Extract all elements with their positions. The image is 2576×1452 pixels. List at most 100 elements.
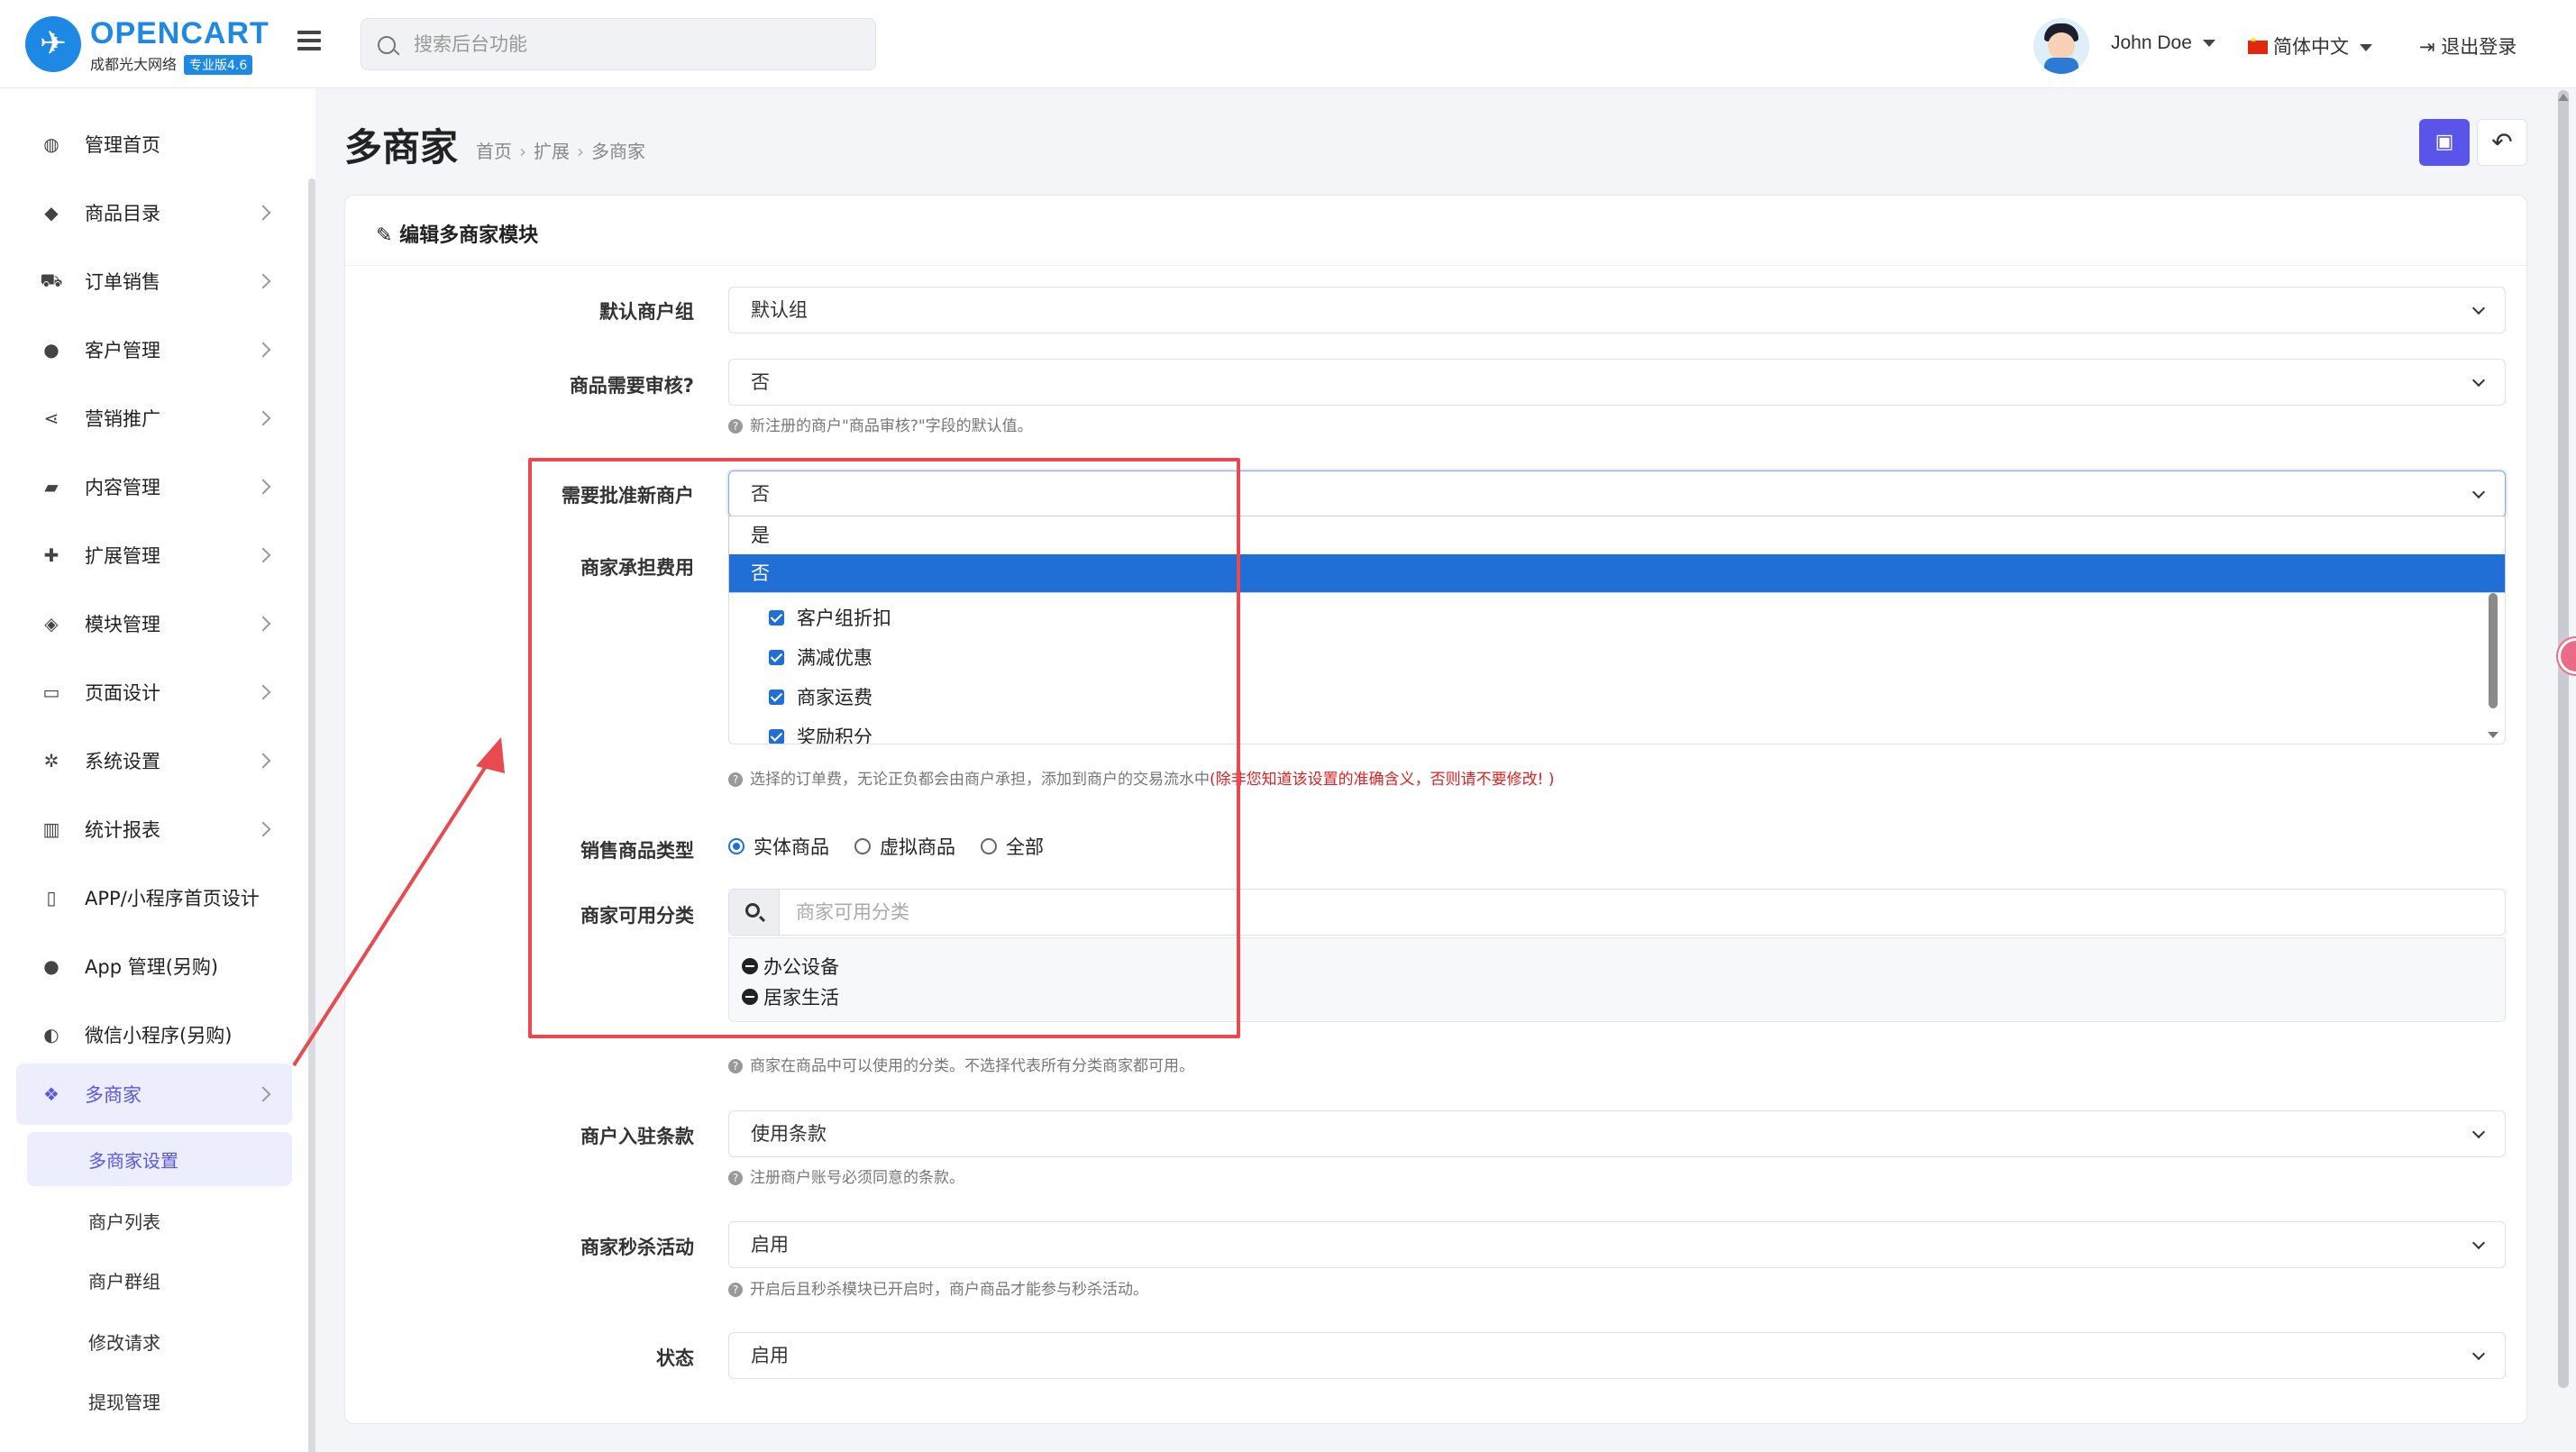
sidebar-item-8[interactable]: ◈ 模块管理 (16, 593, 292, 654)
sidebar-scrollbar[interactable] (308, 178, 315, 1452)
search-input[interactable] (414, 19, 864, 69)
scroll-up-icon[interactable] (2558, 94, 2569, 101)
logo-subtitle: 成都光大网络 专业版4.6 (90, 52, 253, 75)
avatar[interactable] (2033, 18, 2089, 74)
sidebar-item-9[interactable]: ▭ 页面设计 (16, 662, 292, 723)
sidebar-item-6[interactable]: ▰ 内容管理 (16, 456, 292, 517)
sidebar-item-11[interactable]: ▥ 统计报表 (16, 799, 292, 860)
sidebar-item-13[interactable]: ● App 管理(另购) (16, 936, 292, 997)
chevron-right-icon (255, 547, 271, 563)
wechat-icon: ◐ (43, 1024, 59, 1046)
logo-icon: ✈ (25, 16, 81, 72)
sidebar-subitem-2[interactable]: 商户列表 (27, 1193, 292, 1247)
chevron-right-icon (255, 342, 271, 358)
pencil-icon: ✎ (376, 224, 400, 247)
sidebar-subitem-4[interactable]: 修改请求 (27, 1314, 292, 1368)
language-selector[interactable]: 简体中文 (2248, 32, 2372, 59)
checkbox-list-scrollbar[interactable] (2489, 593, 2498, 708)
chevron-down-icon (2471, 485, 2486, 499)
default-group-value: 默认组 (751, 299, 808, 321)
dashboard-icon: ◍ (43, 133, 59, 155)
save-button[interactable]: ▣ (2419, 119, 2470, 166)
chevron-right-icon (255, 1086, 271, 1102)
default-group-select[interactable]: 默认组 (728, 287, 2506, 333)
sidebar-item-label: 商品目录 (85, 203, 160, 224)
sidebar-item-7[interactable]: ✚ 扩展管理 (16, 525, 292, 586)
breadcrumb-current[interactable]: 多商家 (591, 141, 645, 162)
sidebar-item-2[interactable]: ◆ 商品目录 (16, 182, 292, 243)
sidebar-item-label: 多商家 (85, 1084, 142, 1106)
sidebar-item-label: 管理首页 (85, 134, 160, 156)
sidebar-subitem-1[interactable]: 多商家设置 (27, 1132, 292, 1186)
sidebar-item-5[interactable]: ⋖ 营销推广 (16, 388, 292, 449)
mobile-icon: ▯ (46, 887, 57, 909)
chevron-down-icon (2471, 1236, 2486, 1250)
cube-icon: ◈ (44, 613, 59, 635)
terms-value: 使用条款 (751, 1123, 827, 1145)
sidebar-subitem-3[interactable]: 商户群组 (27, 1253, 292, 1307)
sidebar-item-15[interactable]: ❖ 多商家 (16, 1064, 292, 1125)
breadcrumb-extension[interactable]: 扩展 (534, 141, 570, 162)
user-icon: ● (43, 339, 59, 361)
menu-toggle-icon[interactable] (297, 31, 321, 52)
chevron-right-icon (255, 479, 271, 495)
admin-search[interactable] (361, 18, 876, 70)
sidebar-item-10[interactable]: ✲ 系统设置 (16, 730, 292, 791)
terms-select[interactable]: 使用条款 (728, 1110, 2506, 1157)
scroll-down-icon[interactable] (2488, 732, 2498, 738)
sidebar-item-label: 扩展管理 (85, 545, 160, 567)
chevron-down-icon (2471, 1125, 2486, 1139)
default-group-label: 默认商户组 (599, 301, 694, 323)
card-title: ✎ 编辑多商家模块 (376, 219, 538, 248)
breadcrumb-home[interactable]: 首页 (476, 141, 512, 162)
logout-link[interactable]: ⇥ 退出登录 (2419, 32, 2517, 59)
chevron-right-icon (255, 753, 271, 769)
sidebar-item-label: 微信小程序(另购) (85, 1025, 233, 1046)
flash-sale-help: ? 开启后且秒杀模块已开启时，商户商品才能参与秒杀活动。 (728, 1276, 1148, 1299)
flash-sale-value: 启用 (751, 1234, 789, 1256)
sidebar-item-14[interactable]: ◐ 微信小程序(另购) (16, 1004, 292, 1065)
flash-sale-help-text: 开启后且秒杀模块已开启时，商户商品才能参与秒杀活动。 (750, 1281, 1148, 1299)
card-header: ✎ 编辑多商家模块 (345, 196, 2526, 266)
sidebar-item-label: App 管理(另购) (85, 956, 219, 978)
terms-label: 商户入驻条款 (580, 1126, 694, 1147)
sidebar-item-1[interactable]: ◍ 管理首页 (16, 114, 292, 175)
flash-sale-select[interactable]: 启用 (728, 1221, 2506, 1268)
status-value: 启用 (751, 1345, 789, 1366)
merchant-fees-warning: (除非您知道该设置的准确含义，否则请不要修改! ) (1210, 771, 1555, 789)
user-name: John Doe (2111, 32, 2192, 53)
version-badge: 专业版4.6 (184, 55, 253, 75)
status-select[interactable]: 启用 (728, 1332, 2506, 1379)
back-button[interactable]: ↶ (2477, 119, 2527, 166)
chevron-right-icon (255, 616, 271, 632)
page-scrollbar[interactable] (2558, 90, 2569, 1388)
search-icon (378, 36, 396, 54)
chevron-right-icon (255, 205, 271, 221)
user-menu[interactable]: John Doe (2111, 32, 2215, 54)
tags-icon: ◆ (44, 202, 59, 224)
opencart-logo[interactable]: ✈ OPENCART 成都光大网络 专业版4.6 (25, 16, 269, 75)
product-review-help-text: 新注册的商户"商品审核?"字段的默认值。 (750, 417, 1033, 435)
chevron-right-icon (255, 684, 271, 700)
cog-icon: ✲ (43, 750, 59, 772)
sidebar-item-label: 客户管理 (85, 340, 160, 361)
sidebar-item-12[interactable]: ▯ APP/小程序首页设计 (16, 867, 292, 928)
product-review-value: 否 (751, 371, 770, 393)
question-circle-icon: ? (728, 419, 743, 434)
language-label: 简体中文 (2273, 36, 2349, 58)
caret-down-icon (2360, 44, 2372, 51)
sidebar-item-label: 内容管理 (85, 477, 160, 498)
sidebar-subitem-5[interactable]: 提现管理 (27, 1374, 292, 1428)
product-review-select[interactable]: 否 (728, 359, 2506, 406)
chevron-right-icon (255, 410, 271, 426)
status-label: 状态 (656, 1347, 694, 1369)
chevron-down-icon (2471, 373, 2486, 388)
puzzle-icon: ✚ (43, 544, 59, 566)
terms-help: ? 注册商户账号必须同意的条款。 (728, 1164, 964, 1187)
sidebar-item-3[interactable]: ⛟ 订单销售 (16, 251, 292, 312)
card-title-text: 编辑多商家模块 (399, 224, 539, 247)
question-circle-icon: ? (728, 1171, 743, 1185)
desktop-icon: ▭ (42, 681, 60, 703)
sidebar-item-4[interactable]: ● 客户管理 (16, 319, 292, 380)
chevron-down-icon (2471, 1347, 2486, 1361)
